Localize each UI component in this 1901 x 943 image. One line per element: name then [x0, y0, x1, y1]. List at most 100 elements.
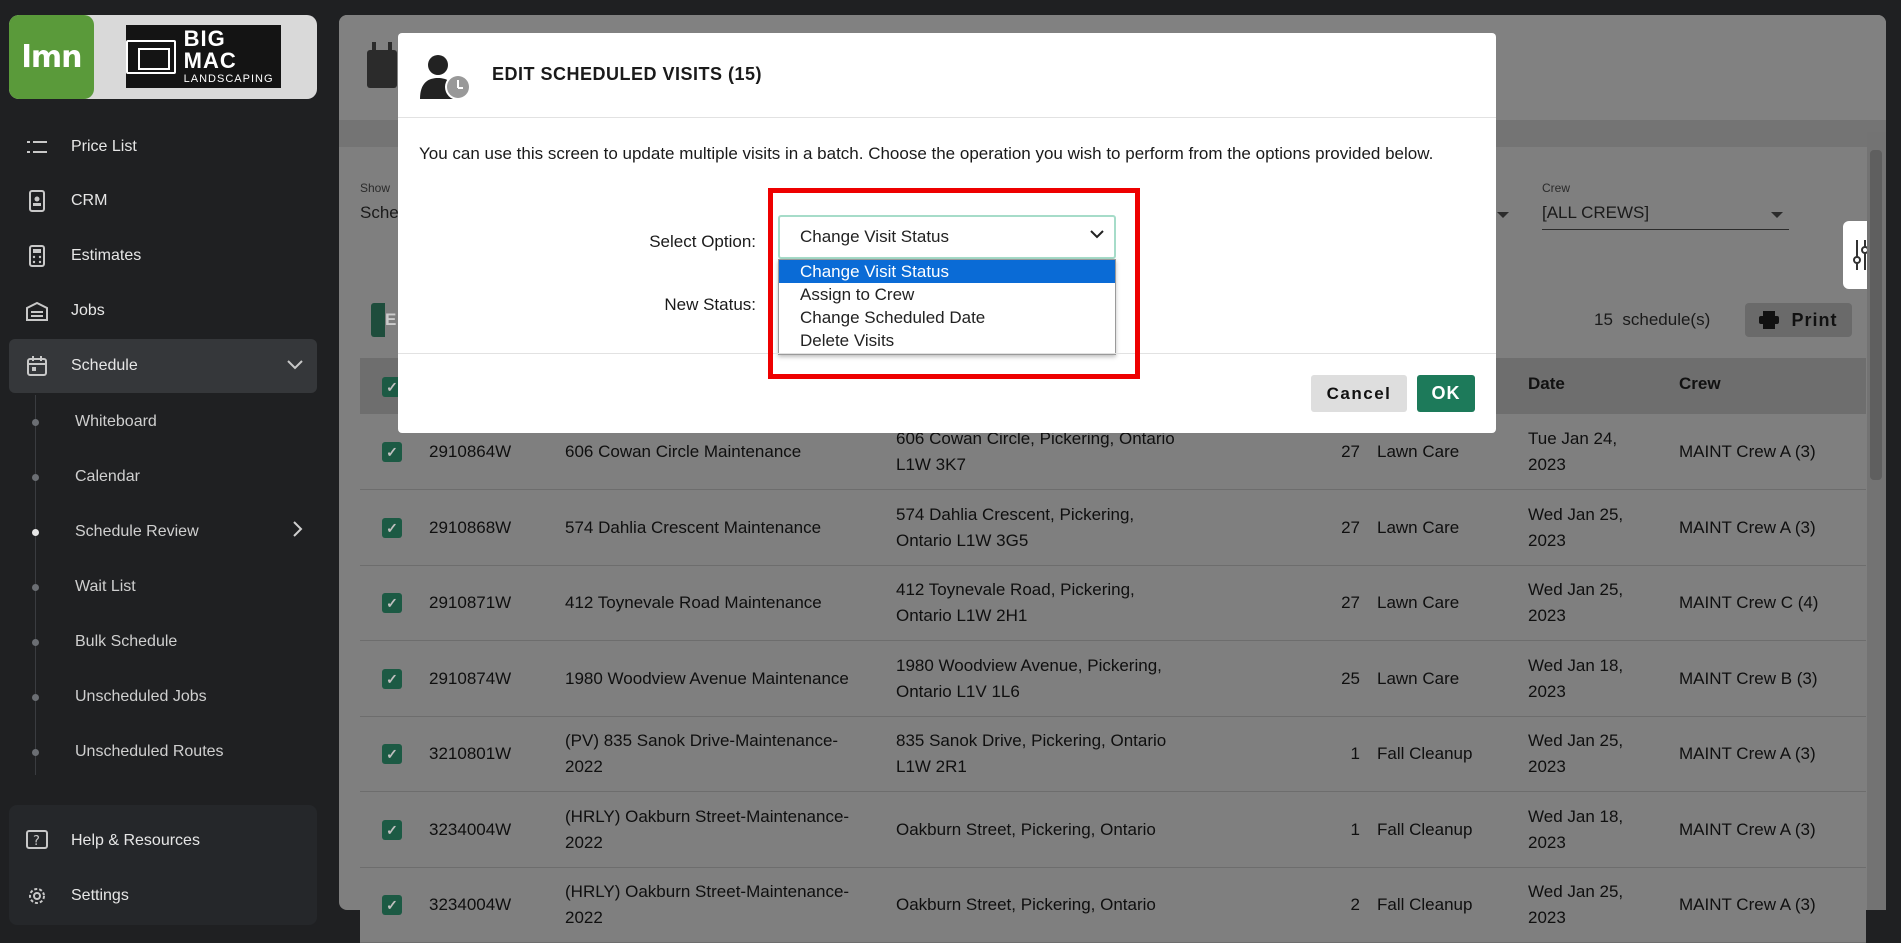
table-row[interactable]: ✓ 2910871W 412 Toynevale Road Maintenance 4… — [360, 566, 1866, 641]
row-checkbox[interactable]: ✓ — [382, 518, 402, 538]
row-date-year: 2023 — [1528, 908, 1566, 927]
svg-text:?: ? — [33, 834, 40, 849]
gear-icon — [25, 884, 49, 908]
scrollbar-thumb[interactable] — [1870, 150, 1882, 480]
chevron-down-icon[interactable] — [287, 357, 303, 375]
sidebar-subitem-whiteboard[interactable]: Whiteboard — [75, 413, 157, 431]
row-address-line2: Ontario L1W 3G5 — [896, 531, 1029, 550]
sidebar-item-crm[interactable]: CRM — [9, 177, 317, 225]
help-icon: ? — [25, 829, 49, 853]
row-service-type: Lawn Care — [1377, 442, 1460, 461]
show-filter-value[interactable]: Sche — [360, 203, 400, 229]
row-address: 835 Sanok Drive, Pickering, Ontario — [896, 731, 1167, 750]
row-address-line2: L1W 2R1 — [896, 757, 967, 776]
table-row[interactable]: ✓ 2910874W 1980 Woodview Avenue Maintenanc… — [360, 642, 1866, 717]
row-date-year: 2023 — [1528, 531, 1566, 550]
row-id[interactable]: 3234004W — [429, 892, 511, 918]
sidebar-item-label: Schedule — [71, 357, 138, 374]
row-crew: MAINT Crew A (3) — [1679, 744, 1816, 763]
column-header-date[interactable]: Date — [1528, 374, 1565, 394]
sidebar-subitem-unscheduled-routes[interactable]: Unscheduled Routes — [75, 743, 224, 761]
row-name[interactable]: 606 Cowan Circle Maintenance — [565, 439, 801, 465]
sidebar-item-label: Estimates — [71, 247, 142, 264]
company-logo: BIG MAC LANDSCAPING — [126, 25, 281, 88]
row-id[interactable]: 2910864W — [429, 439, 511, 465]
row-checkbox[interactable]: ✓ — [382, 820, 402, 840]
sidebar-subitem-wait-list[interactable]: Wait List — [75, 578, 136, 596]
row-id[interactable]: 2910868W — [429, 515, 511, 541]
row-name[interactable]: 574 Dahlia Crescent Maintenance — [565, 515, 821, 541]
building-icon — [25, 299, 49, 323]
row-name[interactable]: (HRLY) Oakburn Street-Maintenance- — [565, 804, 849, 830]
sidebar-subitem-unscheduled-jobs[interactable]: Unscheduled Jobs — [75, 688, 207, 706]
row-id[interactable]: 2910874W — [429, 666, 511, 692]
row-quantity: 27 — [1341, 518, 1360, 537]
row-name[interactable]: (PV) 835 Sanok Drive-Maintenance- — [565, 728, 838, 754]
table-row[interactable]: ✓ 2910868W 574 Dahlia Crescent Maintenance… — [360, 491, 1866, 566]
calculator-icon — [25, 244, 49, 268]
company-logo-mark-icon — [126, 39, 176, 74]
row-date-year: 2023 — [1528, 682, 1566, 701]
cancel-button[interactable]: Cancel — [1311, 375, 1407, 412]
row-service-type: Fall Cleanup — [1377, 895, 1473, 914]
logo-card: lmn BIG MAC LANDSCAPING — [9, 15, 317, 99]
sidebar-item-jobs[interactable]: Jobs — [9, 287, 317, 335]
sidebar: lmn BIG MAC LANDSCAPING Price List CRM E… — [0, 0, 330, 925]
row-name[interactable]: (HRLY) Oakburn Street-Maintenance- — [565, 879, 849, 905]
row-quantity: 1 — [1350, 820, 1360, 839]
row-checkbox[interactable]: ✓ — [382, 442, 402, 462]
row-name[interactable]: 1980 Woodview Avenue Maintenance — [565, 666, 849, 692]
row-date: Wed Jan 25, — [1528, 580, 1624, 599]
sidebar-subitem-schedule-review[interactable]: Schedule Review — [75, 523, 199, 541]
ok-button[interactable]: OK — [1417, 375, 1475, 412]
show-filter-label: Show — [360, 181, 391, 195]
row-address: 412 Toynevale Road, Pickering, — [896, 580, 1135, 599]
sidebar-subitem-calendar[interactable]: Calendar — [75, 468, 140, 486]
sidebar-subitem-bulk-schedule[interactable]: Bulk Schedule — [75, 633, 177, 651]
row-checkbox[interactable]: ✓ — [382, 669, 402, 689]
column-header-crew[interactable]: Crew — [1679, 374, 1721, 394]
row-checkbox[interactable]: ✓ — [382, 895, 402, 915]
sidebar-item-schedule[interactable]: Schedule — [9, 339, 317, 393]
sidebar-item-settings[interactable]: Settings — [9, 872, 317, 920]
row-date: Wed Jan 25, — [1528, 505, 1624, 524]
chevron-right-icon[interactable] — [293, 521, 303, 542]
submenu-dot — [32, 584, 39, 591]
sidebar-item-label: CRM — [71, 192, 108, 209]
caret-down-icon[interactable] — [1771, 212, 1783, 218]
table-row[interactable]: ✓ 3210801W (PV) 835 Sanok Drive-Maintenanc… — [360, 717, 1866, 792]
crew-filter-select[interactable]: [ALL CREWS] — [1542, 203, 1789, 230]
row-crew: MAINT Crew A (3) — [1679, 820, 1816, 839]
schedule-count: 15 schedule(s) — [1594, 310, 1710, 330]
row-service-type: Fall Cleanup — [1377, 744, 1473, 763]
caret-down-icon[interactable] — [1497, 212, 1509, 218]
row-name[interactable]: 412 Toynevale Road Maintenance — [565, 590, 822, 616]
row-id[interactable]: 3234004W — [429, 817, 511, 843]
print-button[interactable]: Print — [1745, 303, 1852, 337]
sidebar-item-price-list[interactable]: Price List — [9, 123, 317, 171]
row-id[interactable]: 2910871W — [429, 590, 511, 616]
row-name-line2[interactable]: 2022 — [565, 830, 603, 856]
row-date-year: 2023 — [1528, 757, 1566, 776]
sidebar-item-help[interactable]: ? Help & Resources — [9, 817, 317, 865]
row-date-year: 2023 — [1528, 606, 1566, 625]
row-service-type: Lawn Care — [1377, 518, 1460, 537]
row-address-line2: L1W 3K7 — [896, 455, 966, 474]
printer-icon — [1759, 311, 1780, 329]
lmn-logo[interactable]: lmn — [9, 15, 94, 99]
row-date: Wed Jan 18, — [1528, 807, 1624, 826]
row-checkbox[interactable]: ✓ — [382, 744, 402, 764]
sidebar-item-estimates[interactable]: Estimates — [9, 232, 317, 280]
row-checkbox[interactable]: ✓ — [382, 593, 402, 613]
table-row[interactable]: ✓ 3234004W (HRLY) Oakburn Street-Maintenan… — [360, 793, 1866, 868]
row-id[interactable]: 3210801W — [429, 741, 511, 767]
sidebar-item-label: Settings — [71, 887, 129, 904]
edit-button-partial[interactable]: E — [371, 303, 396, 337]
row-name-line2[interactable]: 2022 — [565, 905, 603, 931]
row-quantity: 27 — [1341, 593, 1360, 612]
row-date: Wed Jan 25, — [1528, 731, 1624, 750]
schedule-count-value: 15 — [1594, 310, 1613, 329]
table-row[interactable]: ✓ 3234004W (HRLY) Oakburn Street-Maintenan… — [360, 868, 1866, 943]
row-name-line2[interactable]: 2022 — [565, 754, 603, 780]
row-address: Oakburn Street, Pickering, Ontario — [896, 895, 1156, 914]
